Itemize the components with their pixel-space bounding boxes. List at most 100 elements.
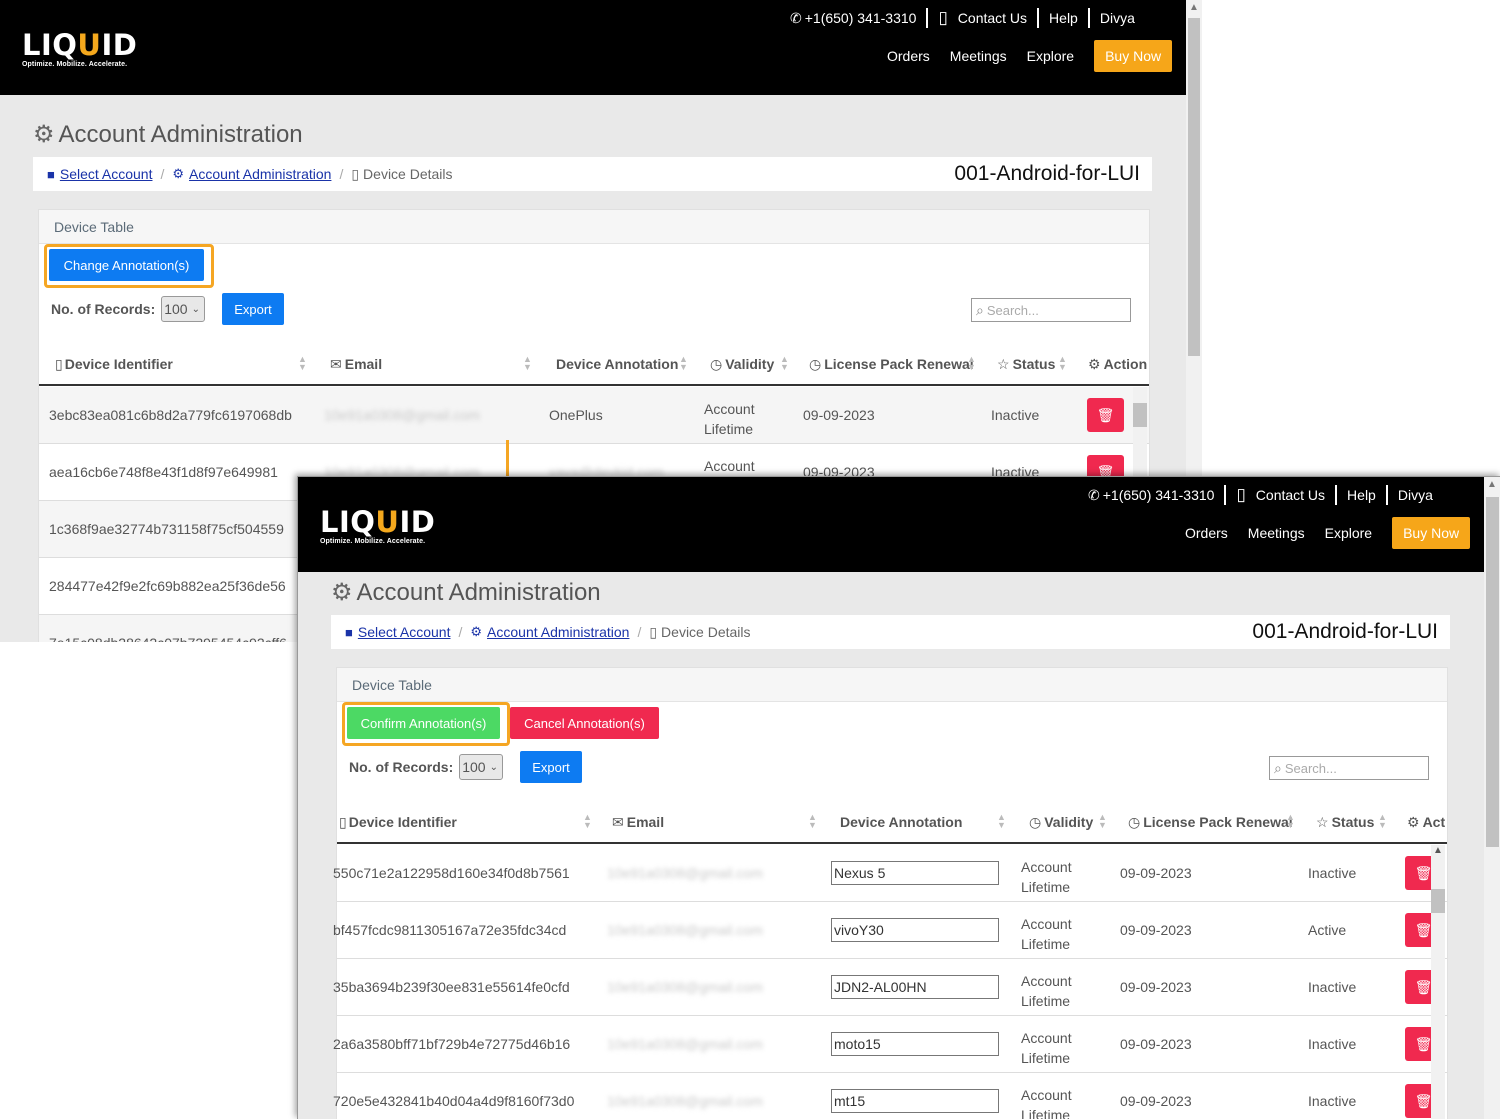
search-icon: ⌕ (1274, 759, 1282, 776)
col-license-renewal[interactable]: ◷ License Pack Renewal (809, 344, 974, 384)
table-row: 2a6a3580bff71bf729b4e72775d46b16 10e91a0… (333, 1016, 1447, 1073)
account-name: 001-Android-for-LUI (1252, 620, 1438, 643)
device-table-panel: Device Table Confirm Annotation(s) Cance… (333, 667, 1448, 1119)
help-link[interactable]: Help (1347, 487, 1376, 503)
search-input[interactable]: ⌕ Search... (1269, 756, 1429, 780)
col-device-identifier[interactable]: ▯ Device Identifier (55, 344, 173, 384)
nav-explore[interactable]: Explore (1325, 525, 1372, 541)
help-link[interactable]: Help (1049, 10, 1078, 26)
buy-now-button[interactable]: Buy Now (1094, 40, 1173, 72)
page-title: ⚙ Account Administration (33, 120, 303, 149)
col-validity[interactable]: ◷ Validity (1029, 802, 1093, 842)
table-header: ▯ Device Identifier ▲ ▼ ✉ Email ▲ ▼ Device A… (39, 344, 1149, 386)
briefcase-icon: ■ (345, 624, 353, 640)
account-name: 001-Android-for-LUI (954, 162, 1140, 185)
col-status[interactable]: ☆ Status (997, 344, 1055, 384)
search-icon: ⌕ (976, 301, 984, 318)
table-row: bf457fcdc9811305167a72e35fdc34cd 10e91a0… (333, 902, 1447, 959)
table-header: ▯ Device Identifier ▲ ▼ ✉ Email ▲ ▼ Device A… (337, 802, 1447, 844)
nav-meetings[interactable]: Meetings (1248, 525, 1305, 541)
nav-orders[interactable]: Orders (1185, 525, 1228, 541)
liquid-logo[interactable]: LIQUID Optimize. Mobilize. Accelerate. (320, 507, 435, 545)
phone-icon: ✆ (1088, 486, 1100, 503)
table-row: 3ebc83ea081c6b8d2a779fc6197068db 10e91a0… (39, 387, 1149, 444)
change-annotations-button[interactable]: Change Annotation(s) (49, 249, 204, 281)
phone-icon: ✆ (790, 9, 802, 26)
col-email[interactable]: ✉ Email (612, 802, 664, 842)
screenshot-after: LIQUID Optimize. Mobilize. Accelerate. ✆… (297, 476, 1500, 1119)
col-device-identifier[interactable]: ▯ Device Identifier (339, 802, 457, 842)
breadcrumb-select-account[interactable]: Select Account (60, 166, 153, 182)
main-nav: Orders Meetings Explore Buy Now (867, 40, 1173, 72)
col-action: ⚙ Action (1088, 355, 1148, 373)
breadcrumb-select-account[interactable]: Select Account (358, 624, 451, 640)
table-row: 35ba3694b239f30ee831e55614fe0cfd 10e91a0… (333, 959, 1447, 1016)
search-input[interactable]: ⌕ Search... (971, 298, 1131, 322)
col-action: ⚙ Act (1407, 813, 1446, 831)
top-contact-bar: ✆ +1(650) 341-3310 ▯ Contact Us Help Div… (790, 8, 1135, 28)
annotation-input[interactable]: Nexus 5 (831, 861, 999, 885)
col-license-renewal[interactable]: ◷ License Pack Renewal (1128, 802, 1293, 842)
breadcrumb: ■ Select Account / ⚙ Account Administrat… (331, 615, 1450, 649)
scroll-up-icon: ▲ (1433, 845, 1443, 856)
gears-icon: ⚙ (33, 121, 55, 148)
contact-us-link[interactable]: Contact Us (1256, 487, 1325, 503)
col-device-annotation[interactable]: Device Annotation (840, 802, 962, 842)
user-menu[interactable]: Divya (1398, 487, 1433, 503)
site-header: LIQUID Optimize. Mobilize. Accelerate. ✆… (0, 0, 1186, 95)
records-select[interactable]: 100 ⌄ (459, 754, 504, 780)
briefcase-icon: ■ (47, 166, 55, 182)
nav-orders[interactable]: Orders (887, 48, 930, 64)
gears-icon: ⚙ (331, 579, 353, 606)
col-email[interactable]: ✉ Email (330, 344, 382, 384)
breadcrumb-device-details: Device Details (661, 624, 751, 640)
col-device-annotation[interactable]: Device Annotation (556, 344, 678, 384)
page-scrollbar[interactable]: ▲ (1484, 477, 1500, 1119)
site-header: LIQUID Optimize. Mobilize. Accelerate. ✆… (298, 477, 1500, 572)
confirm-annotations-button[interactable]: Confirm Annotation(s) (347, 707, 500, 739)
mobile-icon: ▯ (938, 8, 948, 27)
phone-number[interactable]: +1(650) 341-3310 (1103, 487, 1215, 503)
scroll-up-icon: ▲ (1189, 2, 1199, 13)
trash-icon[interactable]: 🗑 (1087, 398, 1124, 432)
panel-title: Device Table (39, 210, 1149, 244)
col-validity[interactable]: ◷ Validity (710, 344, 774, 384)
mobile-icon: ▯ (649, 623, 658, 640)
chevron-down-icon: ⌄ (191, 303, 200, 315)
cancel-annotations-button[interactable]: Cancel Annotation(s) (510, 707, 659, 739)
table-row: 550c71e2a122958d160e34f0d8b7561 10e91a03… (333, 845, 1447, 902)
col-status[interactable]: ☆ Status (1316, 802, 1374, 842)
mobile-icon: ▯ (351, 165, 360, 182)
table-row: 720e5e432841b40d04a4d9f8160f73d0 10e91a0… (333, 1073, 1447, 1119)
table-scrollbar[interactable]: ▲ (1431, 845, 1445, 1119)
export-button[interactable]: Export (222, 293, 284, 325)
panel-title: Device Table (337, 668, 1447, 702)
phone-number[interactable]: +1(650) 341-3310 (805, 10, 917, 26)
page-title: ⚙ Account Administration (331, 578, 601, 607)
annotation-input[interactable]: mt15 (831, 1089, 999, 1113)
main-nav: Orders Meetings Explore Buy Now (1165, 517, 1471, 549)
breadcrumb-account-admin[interactable]: Account Administration (487, 624, 629, 640)
nav-meetings[interactable]: Meetings (950, 48, 1007, 64)
annotation-input[interactable]: vivoY30 (831, 918, 999, 942)
mobile-icon: ▯ (1236, 485, 1246, 504)
export-button[interactable]: Export (520, 751, 582, 783)
breadcrumb: ■ Select Account / ⚙ Account Administrat… (33, 157, 1152, 191)
gears-icon: ⚙ (172, 166, 185, 181)
breadcrumb-device-details: Device Details (363, 166, 453, 182)
scroll-up-icon: ▲ (1487, 479, 1497, 490)
chevron-down-icon: ⌄ (489, 761, 498, 773)
gears-icon: ⚙ (470, 624, 483, 639)
user-menu[interactable]: Divya (1100, 10, 1135, 26)
buy-now-button[interactable]: Buy Now (1392, 517, 1471, 549)
annotation-input[interactable]: JDN2-AL00HN (831, 975, 999, 999)
records-select[interactable]: 100 ⌄ (161, 296, 206, 322)
top-contact-bar: ✆ +1(650) 341-3310 ▯ Contact Us Help Div… (1088, 485, 1433, 505)
breadcrumb-account-admin[interactable]: Account Administration (189, 166, 331, 182)
nav-explore[interactable]: Explore (1027, 48, 1074, 64)
records-control: No. of Records: 100 ⌄ (349, 754, 504, 780)
contact-us-link[interactable]: Contact Us (958, 10, 1027, 26)
annotation-input[interactable]: moto15 (831, 1032, 999, 1056)
liquid-logo[interactable]: LIQUID Optimize. Mobilize. Accelerate. (22, 30, 137, 68)
records-control: No. of Records: 100 ⌄ (51, 296, 206, 322)
